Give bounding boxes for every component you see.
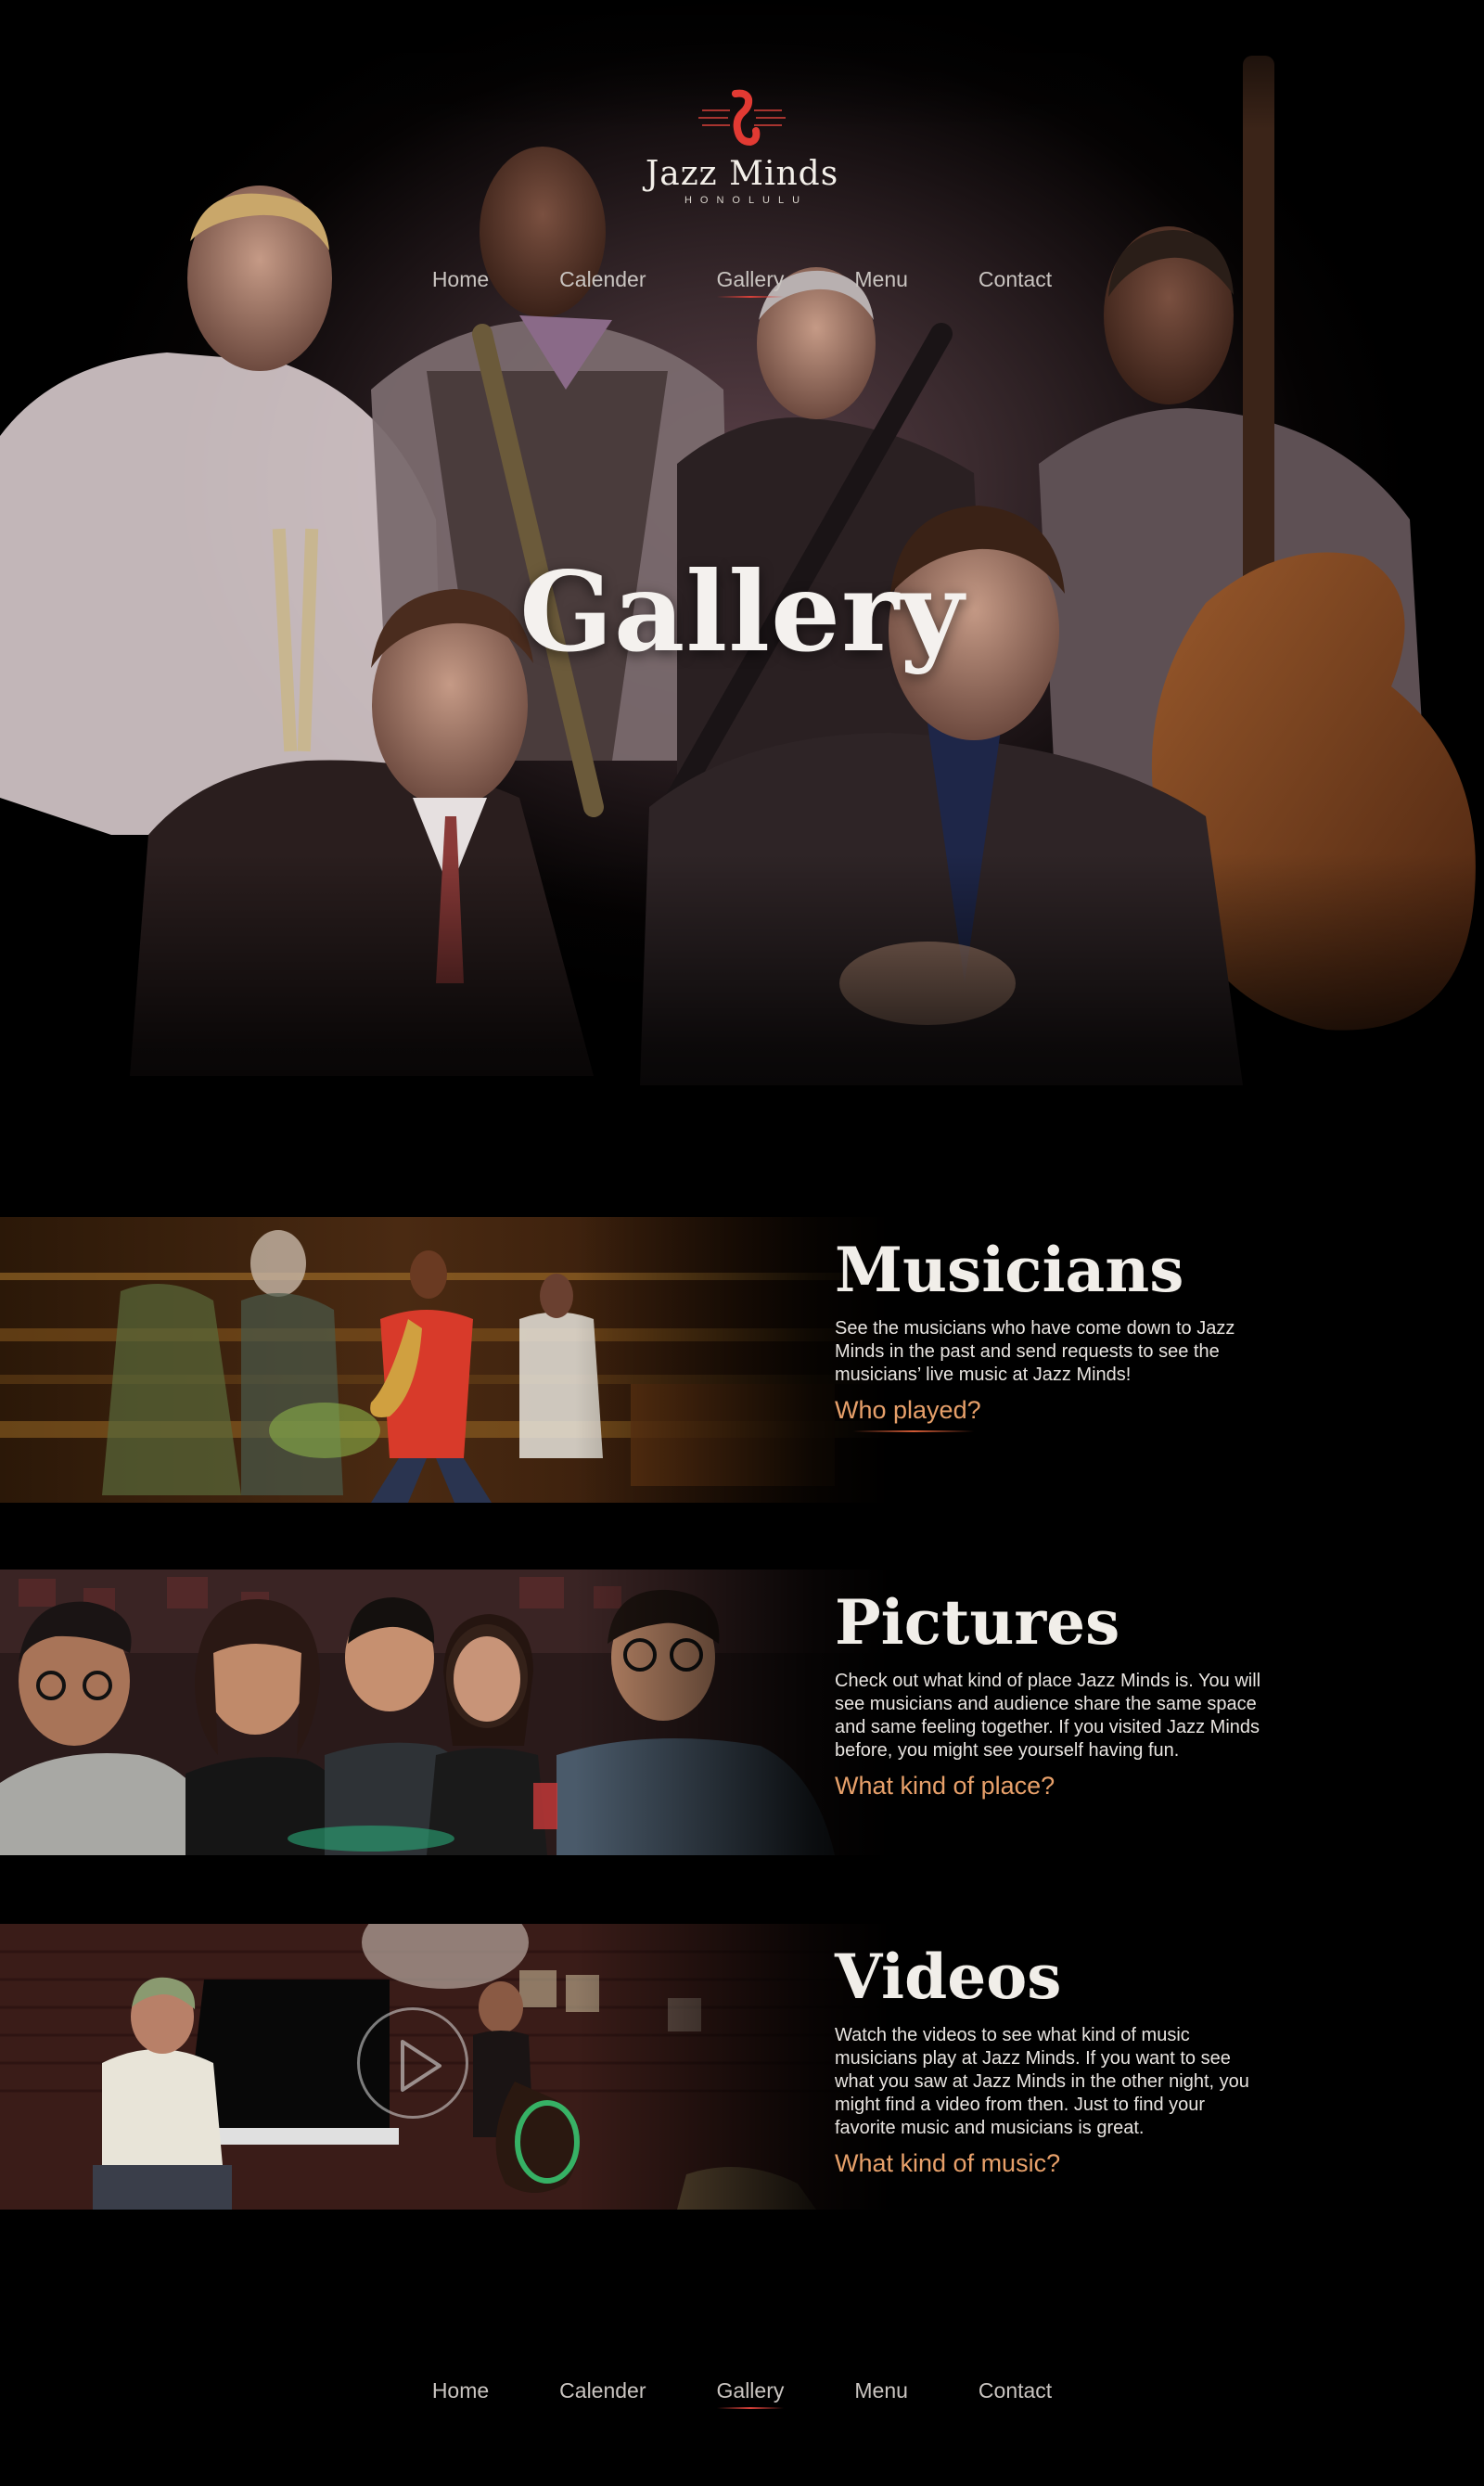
brand-logo[interactable]: Jazz Minds HONOLULU bbox=[631, 88, 853, 227]
hero-bottom-overlay bbox=[0, 853, 1484, 1206]
pictures-text: Pictures Check out what kind of place Ja… bbox=[835, 1592, 1261, 1800]
section-title: Musicians bbox=[835, 1234, 1184, 1306]
musicians-section: Musicians See the musicians who have com… bbox=[0, 1217, 1484, 1503]
top-nav: Home Calender Gallery Menu Contact bbox=[0, 267, 1484, 298]
play-icon[interactable] bbox=[357, 2007, 468, 2119]
videos-text: Videos Watch the videos to see what kind… bbox=[835, 1946, 1261, 2178]
footer-nav: Home Calender Gallery Menu Contact bbox=[0, 2378, 1484, 2409]
who-played-link[interactable]: Who played? bbox=[835, 1396, 981, 1432]
nav-item-contact[interactable]: Contact bbox=[943, 267, 1087, 292]
footer-nav-item-menu[interactable]: Menu bbox=[819, 2378, 943, 2403]
live-performance-photo[interactable] bbox=[0, 1217, 890, 1503]
audience-photo[interactable] bbox=[0, 1570, 890, 1855]
pictures-section: Pictures Check out what kind of place Ja… bbox=[0, 1570, 1484, 1855]
piano-bass-video-thumbnail[interactable] bbox=[0, 1924, 890, 2210]
brand-location: HONOLULU bbox=[684, 195, 809, 206]
musicians-text: Musicians See the musicians who have com… bbox=[835, 1234, 1261, 1432]
nav-item-calender[interactable]: Calender bbox=[524, 267, 681, 292]
nav-item-home[interactable]: Home bbox=[397, 267, 524, 292]
videos-section: Videos Watch the videos to see what kind… bbox=[0, 1924, 1484, 2210]
section-body: See the musicians who have come down to … bbox=[835, 1318, 1235, 1385]
section-title: Pictures bbox=[835, 1586, 1120, 1659]
what-kind-of-music-link[interactable]: What kind of music? bbox=[835, 2149, 1060, 2178]
section-body: Watch the videos to see what kind of mus… bbox=[835, 2025, 1249, 2138]
section-title: Videos bbox=[835, 1941, 1062, 2013]
footer-nav-item-calender[interactable]: Calender bbox=[524, 2378, 681, 2403]
nav-item-menu[interactable]: Menu bbox=[819, 267, 943, 292]
footer-nav-item-home[interactable]: Home bbox=[397, 2378, 524, 2403]
page-title: Gallery bbox=[519, 547, 965, 676]
footer-nav-item-gallery[interactable]: Gallery bbox=[682, 2378, 820, 2409]
section-body: Check out what kind of place Jazz Minds … bbox=[835, 1671, 1261, 1761]
nav-item-gallery[interactable]: Gallery bbox=[682, 267, 820, 298]
what-kind-of-place-link[interactable]: What kind of place? bbox=[835, 1772, 1055, 1800]
footer-nav-item-contact[interactable]: Contact bbox=[943, 2378, 1087, 2403]
brand-name: Jazz Minds bbox=[645, 155, 839, 193]
saxophone-logo-icon bbox=[698, 89, 786, 147]
